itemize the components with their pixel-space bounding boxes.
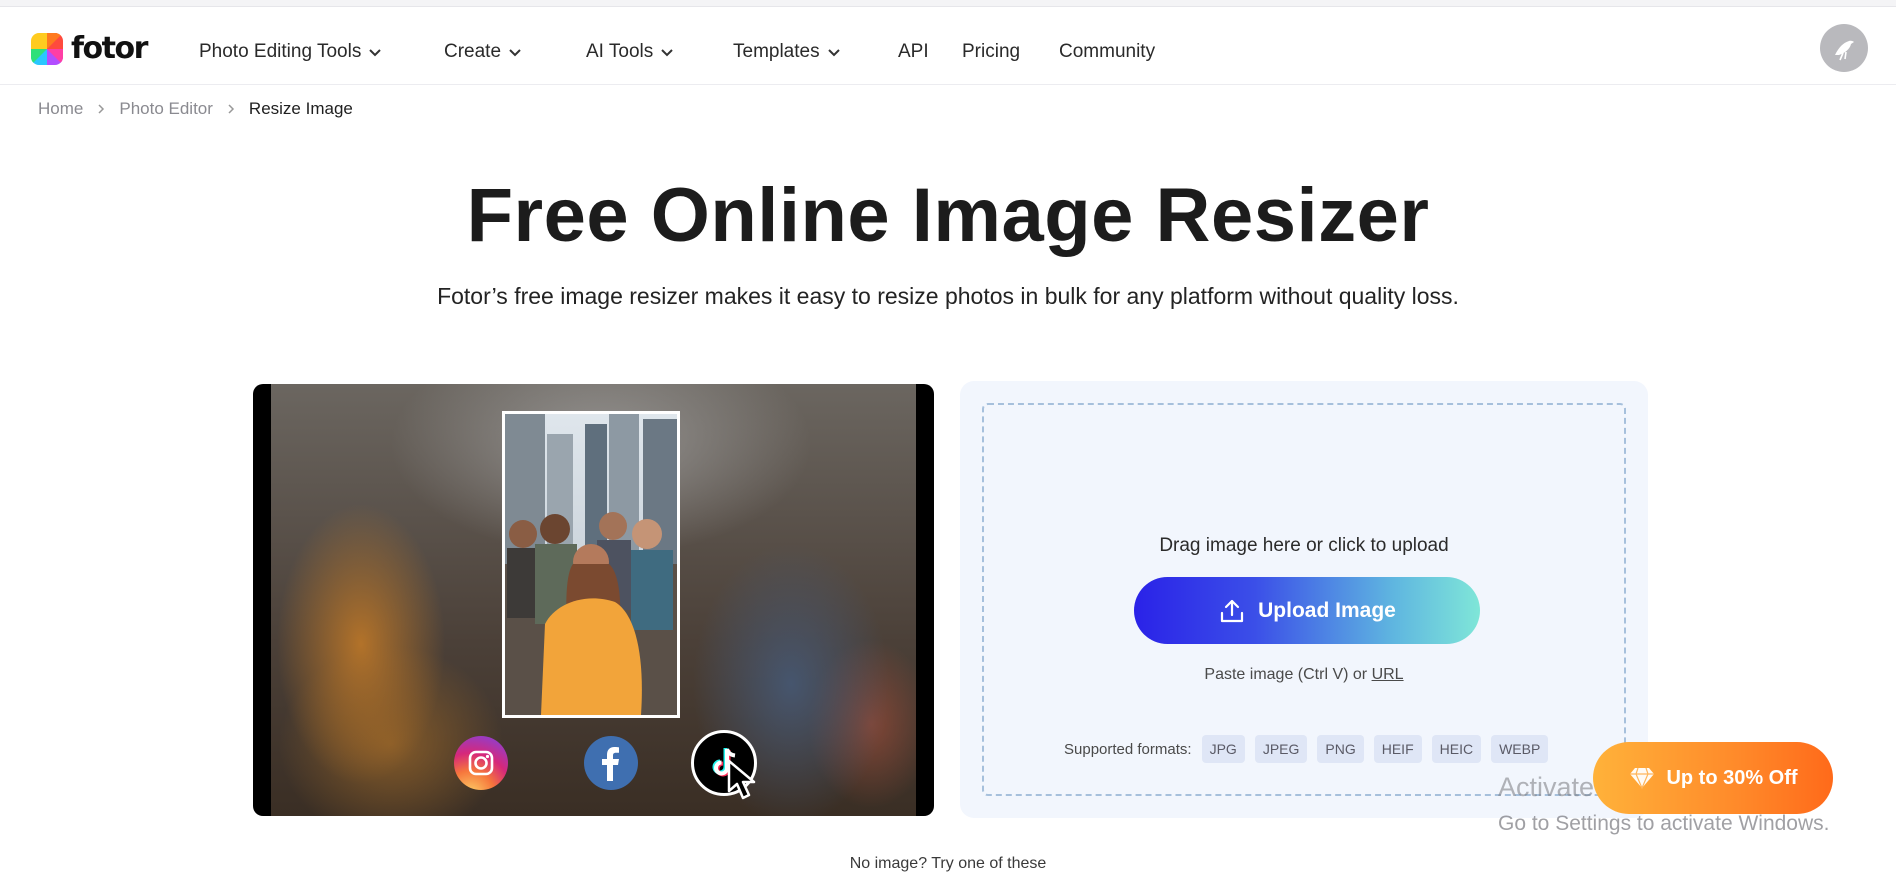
logo-wordmark: fotor	[71, 31, 148, 66]
upload-icon	[1221, 599, 1244, 622]
windows-watermark-subtitle: Go to Settings to activate Windows.	[1498, 812, 1830, 835]
chevron-down-icon	[827, 49, 840, 57]
nav-pricing[interactable]: Pricing	[962, 35, 1020, 69]
format-badge: JPG	[1201, 735, 1245, 763]
format-badge: PNG	[1317, 735, 1364, 763]
url-link[interactable]: URL	[1372, 666, 1404, 683]
chevron-down-icon	[369, 49, 382, 57]
discount-promo-button[interactable]: Up to 30% Off	[1593, 742, 1833, 814]
chevron-down-icon	[661, 49, 673, 57]
user-avatar[interactable]	[1820, 24, 1868, 72]
facebook-icon	[584, 736, 638, 790]
nav-templates[interactable]: Templates	[733, 35, 842, 69]
nav-label: Pricing	[962, 41, 1021, 62]
breadcrumb-current: Resize Image	[248, 99, 353, 118]
bird-avatar-icon	[1835, 40, 1854, 61]
format-badge: HEIC	[1431, 735, 1482, 763]
nav-ai-tools[interactable]: AI Tools	[586, 35, 675, 69]
nav-label: Create	[444, 41, 502, 62]
supported-formats: Supported formats: JPG JPEG PNG HEIF HEI…	[1064, 735, 1549, 763]
nav-api[interactable]: API	[898, 35, 929, 69]
cursor-arrow-icon	[727, 759, 756, 800]
nav-label: Templates	[733, 41, 820, 62]
page-title: Free Online Image Resizer	[466, 173, 1430, 258]
site-header: fotor Photo Editing Tools Create AI Tool…	[0, 7, 1896, 85]
nav-label: AI Tools	[586, 41, 654, 62]
fotor-logo[interactable]: fotor	[31, 31, 148, 66]
nav-label: Community	[1059, 41, 1156, 62]
fotor-logo-icon	[31, 32, 63, 65]
breadcrumb-home[interactable]: Home	[38, 99, 83, 119]
chevron-down-icon	[509, 49, 521, 57]
nav-label: Photo Editing Tools	[199, 41, 362, 62]
browser-top-strip	[0, 0, 1896, 7]
paste-hint: Paste image (Ctrl V) or URL	[984, 666, 1624, 684]
diamond-icon	[1630, 767, 1655, 790]
drag-hint: Drag image here or click to upload	[1159, 535, 1449, 556]
format-badge: HEIF	[1373, 735, 1422, 763]
page-subtitle: Fotor’s free image resizer makes it easy…	[437, 283, 1459, 309]
breadcrumb-photo-editor[interactable]: Photo Editor	[119, 99, 213, 119]
nav-create[interactable]: Create	[444, 35, 523, 69]
nav-community[interactable]: Community	[1059, 35, 1155, 69]
paste-hint-text: Paste image (Ctrl V) or	[1204, 666, 1372, 683]
upload-panel: Drag image here or click to upload Uploa…	[960, 381, 1648, 818]
upload-dropzone[interactable]: Drag image here or click to upload Uploa…	[982, 403, 1626, 796]
format-badge: JPEG	[1254, 735, 1308, 763]
sample-images-hint: No image? Try one of these	[849, 855, 1047, 872]
nav-label: API	[898, 41, 929, 62]
upload-image-button[interactable]: Upload Image	[1134, 577, 1480, 644]
formats-label: Supported formats:	[1064, 740, 1192, 758]
upload-button-label: Upload Image	[1258, 598, 1396, 622]
group-selfie-photo	[502, 411, 680, 718]
format-badge: WEBP	[1491, 735, 1549, 763]
resize-preview-image	[253, 384, 934, 816]
instagram-icon	[454, 736, 508, 790]
nav-photo-editing-tools[interactable]: Photo Editing Tools	[199, 35, 383, 69]
breadcrumb: Home Photo Editor Resize Image	[38, 99, 353, 119]
chevron-right-icon	[98, 104, 105, 114]
promo-label: Up to 30% Off	[1666, 766, 1798, 789]
chevron-right-icon	[228, 104, 234, 114]
